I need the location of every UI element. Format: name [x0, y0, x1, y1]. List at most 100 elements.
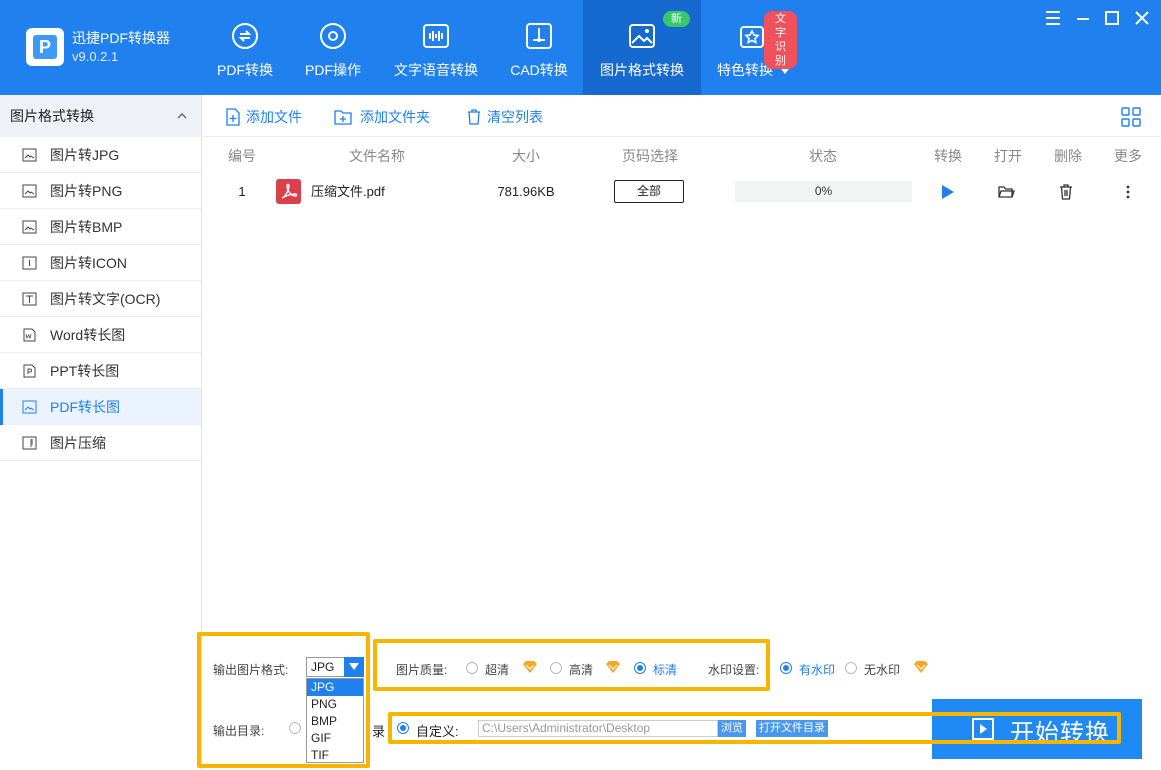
col-index: 编号 — [228, 148, 256, 164]
quality-standard-radio[interactable] — [634, 662, 646, 674]
progress-text: 0% — [814, 184, 833, 198]
progress-bar: 0% — [735, 181, 912, 202]
pdf-convert-icon — [232, 23, 258, 49]
chevron-up-icon — [177, 113, 187, 119]
image-file-icon — [22, 148, 37, 162]
app-window: P 迅捷PDF转换器 v9.0.2.1 PDF转换 PDF操作 文字语音转换 C… — [0, 0, 1161, 770]
grid-view-icon[interactable] — [1121, 107, 1141, 127]
more-icon[interactable] — [1119, 183, 1137, 201]
tab-image-format[interactable]: 图片格式转换 新 — [583, 0, 701, 95]
cad-icon — [526, 23, 552, 49]
sidebar: 图片格式转换 图片转JPG 图片转PNG 图片转BMP 图片转ICON 图片转文… — [0, 95, 202, 770]
table-header: 编号 文件名称 大小 页码选择 状态 转换 打开 删除 更多 — [203, 138, 1161, 174]
row-index: 1 — [238, 184, 246, 199]
tab-label: CAD转换 — [510, 62, 568, 78]
format-option-jpg[interactable]: JPG — [307, 679, 363, 696]
sidebar-item-image-compress[interactable]: 图片压缩 — [0, 425, 201, 461]
sidebar-item-ppt-to-long-image[interactable]: PPT转长图 — [0, 353, 201, 389]
play-icon[interactable] — [938, 183, 956, 201]
sidebar-item-image-to-bmp[interactable]: 图片转BMP — [0, 209, 201, 245]
format-option-png[interactable]: PNG — [307, 696, 363, 713]
sidebar-item-label: 图片转JPG — [50, 147, 120, 163]
menu-icon[interactable] — [1043, 8, 1063, 28]
format-option-bmp[interactable]: BMP — [307, 713, 363, 730]
col-name: 文件名称 — [349, 148, 405, 164]
word-doc-icon — [23, 328, 36, 342]
trash-icon — [468, 109, 480, 125]
watermark-off-radio[interactable] — [845, 662, 857, 674]
col-open: 打开 — [994, 148, 1022, 164]
add-file-label: 添加文件 — [246, 109, 302, 125]
vip-diamond-icon — [914, 661, 928, 673]
start-convert-label: 开始转换 — [1010, 720, 1110, 747]
format-select-value: JPG — [311, 660, 335, 674]
tab-pdf-operate[interactable]: PDF操作 — [293, 0, 373, 95]
settings-panel: 输出图片格式: JPG JPG PNG BMP GIF TIF 图片质量: 超清… — [203, 632, 1161, 770]
ppt-doc-icon — [23, 364, 36, 378]
clear-list-button[interactable]: 清空列表 — [465, 107, 555, 127]
sidebar-item-image-to-icon[interactable]: 图片转ICON — [0, 245, 201, 281]
vip-diamond-icon — [606, 661, 620, 673]
original-dir-radio[interactable] — [289, 722, 301, 734]
app-logo: P — [26, 28, 64, 66]
add-folder-icon — [334, 110, 352, 125]
custom-dir-label: 自定义: — [416, 724, 459, 739]
format-select[interactable]: JPG — [306, 657, 364, 677]
open-folder-icon[interactable] — [997, 183, 1015, 201]
sidebar-item-image-to-png[interactable]: 图片转PNG — [0, 173, 201, 209]
sidebar-item-word-to-long-image[interactable]: Word转长图 — [0, 317, 201, 353]
watermark-on-label: 有水印 — [799, 663, 836, 677]
image-icon — [629, 24, 655, 48]
delete-icon[interactable] — [1057, 183, 1075, 201]
watermark-on-radio[interactable] — [780, 662, 792, 674]
tab-cad-convert[interactable]: CAD转换 — [499, 0, 579, 95]
col-convert: 转换 — [934, 148, 962, 164]
select-arrow[interactable] — [344, 657, 364, 677]
tab-pdf-convert[interactable]: PDF转换 — [205, 0, 285, 95]
sidebar-item-label: 图片压缩 — [50, 435, 106, 451]
format-dropdown: JPG PNG BMP GIF TIF — [306, 678, 364, 763]
start-convert-button[interactable]: 开始转换 — [932, 699, 1142, 759]
top-bar: P 迅捷PDF转换器 v9.0.2.1 PDF转换 PDF操作 文字语音转换 C… — [0, 0, 1161, 95]
format-option-gif[interactable]: GIF — [307, 730, 363, 747]
table-row: 1 压缩文件.pdf 781.96KB 全部 0% — [203, 174, 1161, 210]
pdf-file-icon — [276, 179, 301, 204]
toolbar: 添加文件 添加文件夹 清空列表 — [203, 95, 1161, 137]
sidebar-item-image-to-jpg[interactable]: 图片转JPG — [0, 137, 201, 173]
add-folder-label: 添加文件夹 — [360, 109, 430, 125]
quality-high-radio[interactable] — [550, 662, 562, 674]
format-option-tif[interactable]: TIF — [307, 747, 363, 764]
sidebar-item-pdf-to-long-image[interactable]: PDF转长图 — [0, 389, 201, 425]
add-file-button[interactable]: 添加文件 — [224, 107, 314, 127]
start-icon — [972, 718, 994, 740]
col-pages: 页码选择 — [622, 148, 678, 164]
sidebar-item-image-to-ocr[interactable]: 图片转文字(OCR) — [0, 281, 201, 317]
tab-text-speech[interactable]: 文字语音转换 — [388, 0, 484, 95]
app-version: v9.0.2.1 — [72, 49, 119, 64]
text-icon — [22, 292, 37, 306]
col-more: 更多 — [1114, 148, 1142, 164]
tab-label: 文字语音转换 — [394, 62, 478, 78]
page-select-button[interactable]: 全部 — [614, 180, 684, 203]
close-icon[interactable] — [1132, 8, 1152, 28]
tab-label: PDF转换 — [217, 62, 273, 78]
star-refresh-icon — [740, 26, 764, 48]
audio-wave-icon — [423, 24, 449, 48]
tab-special-convert[interactable]: 特色转换 文字识别 — [707, 0, 797, 95]
quality-label: 图片质量: — [396, 663, 448, 677]
open-dir-button[interactable]: 打开文件目录 — [756, 720, 828, 737]
add-folder-button[interactable]: 添加文件夹 — [334, 107, 438, 127]
col-status: 状态 — [809, 148, 837, 164]
maximize-icon[interactable] — [1102, 8, 1122, 28]
image-file-icon — [22, 184, 37, 198]
sidebar-header[interactable]: 图片格式转换 — [0, 95, 201, 137]
quality-ultra-radio[interactable] — [466, 662, 478, 674]
output-dir-label: 输出目录: — [213, 724, 265, 738]
icon-file-icon — [22, 256, 37, 270]
format-label: 输出图片格式: — [213, 663, 289, 677]
output-path-field[interactable]: C:\Users\Administrator\Desktop — [478, 720, 718, 737]
custom-dir-radio[interactable] — [397, 722, 409, 734]
minimize-icon[interactable] — [1073, 8, 1093, 28]
original-dir-label-fragment: 录 — [372, 724, 386, 739]
browse-button[interactable]: 浏览 — [718, 720, 746, 737]
